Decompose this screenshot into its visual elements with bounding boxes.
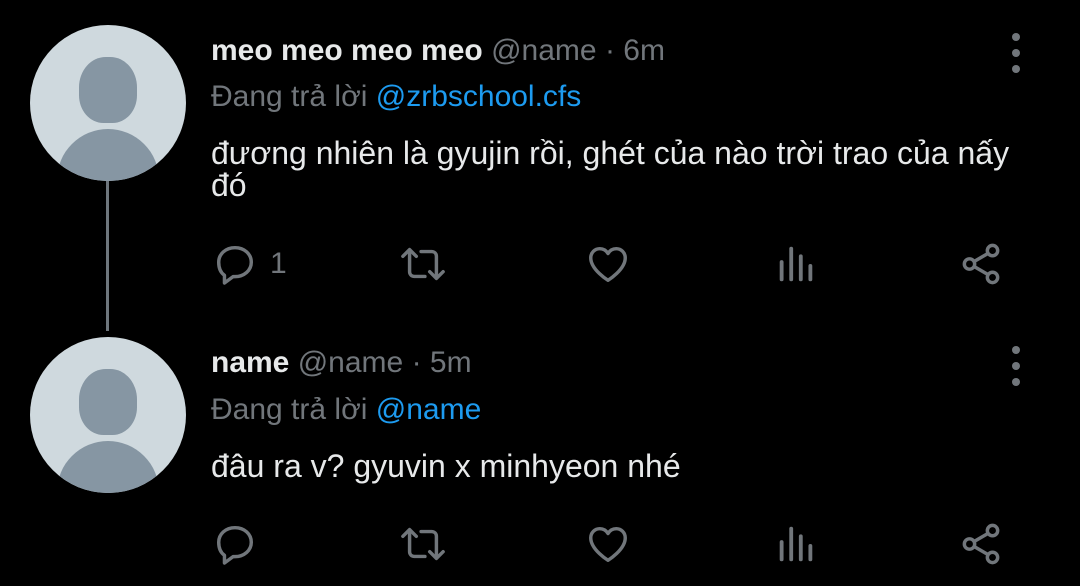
views-button[interactable]: [773, 520, 819, 568]
tweet-actions: 1: [0, 240, 1080, 288]
share-button[interactable]: [958, 240, 1004, 288]
like-icon: [589, 526, 627, 563]
tweet-header: meo meo meo meo @name · 6m: [211, 34, 665, 68]
timestamp[interactable]: 6m: [623, 34, 665, 67]
avatar-head-shape: [79, 369, 137, 435]
retweet-icon: [401, 247, 445, 281]
avatar-head-shape: [79, 57, 137, 123]
user-handle[interactable]: @name: [298, 346, 404, 379]
tweet[interactable]: meo meo meo meo @name · 6m Đang trả lời …: [0, 0, 1080, 331]
tweet-actions: [0, 520, 1080, 568]
share-button[interactable]: [958, 520, 1004, 568]
like-icon: [589, 246, 627, 283]
display-name[interactable]: name: [211, 346, 289, 379]
like-button[interactable]: [585, 520, 631, 568]
reply-icon: [216, 525, 254, 565]
replying-to: Đang trả lời @name: [211, 393, 481, 427]
more-icon[interactable]: [1004, 346, 1028, 386]
avatar-body-shape: [57, 129, 159, 181]
avatar[interactable]: [30, 337, 186, 493]
share-icon: [962, 523, 1000, 565]
reply-button[interactable]: [212, 520, 270, 568]
like-button[interactable]: [585, 240, 631, 288]
user-handle[interactable]: @name: [491, 34, 597, 67]
avatar[interactable]: [30, 25, 186, 181]
more-icon[interactable]: [1004, 33, 1028, 73]
tweet-text: đâu ra v? gyuvin x minhyeon nhé: [211, 448, 681, 484]
timestamp[interactable]: 5m: [430, 346, 472, 379]
separator-dot: ·: [604, 34, 615, 67]
separator-dot: ·: [411, 346, 422, 379]
views-icon: [779, 246, 813, 282]
share-icon: [962, 243, 1000, 285]
display-name[interactable]: meo meo meo meo: [211, 34, 483, 67]
replying-to-label: Đang trả lời: [211, 393, 368, 426]
tweet-text: đương nhiên là gyujin rồi, ghét của nào …: [211, 135, 1010, 203]
tweet[interactable]: name @name · 5m Đang trả lời @name đâu r…: [0, 320, 1080, 586]
views-icon: [779, 526, 813, 562]
replying-to: Đang trả lời @zrbschool.cfs: [211, 80, 581, 114]
reply-button[interactable]: 1: [212, 240, 287, 288]
avatar-body-shape: [57, 441, 159, 493]
retweet-button[interactable]: [400, 520, 446, 568]
reply-count: 1: [270, 247, 287, 280]
retweet-button[interactable]: [400, 240, 446, 288]
replying-to-label: Đang trả lời: [211, 80, 368, 113]
replying-to-mention[interactable]: @name: [376, 393, 482, 426]
reply-icon: [216, 245, 254, 285]
replying-to-mention[interactable]: @zrbschool.cfs: [376, 80, 582, 113]
views-button[interactable]: [773, 240, 819, 288]
retweet-icon: [401, 527, 445, 561]
tweet-header: name @name · 5m: [211, 346, 472, 380]
